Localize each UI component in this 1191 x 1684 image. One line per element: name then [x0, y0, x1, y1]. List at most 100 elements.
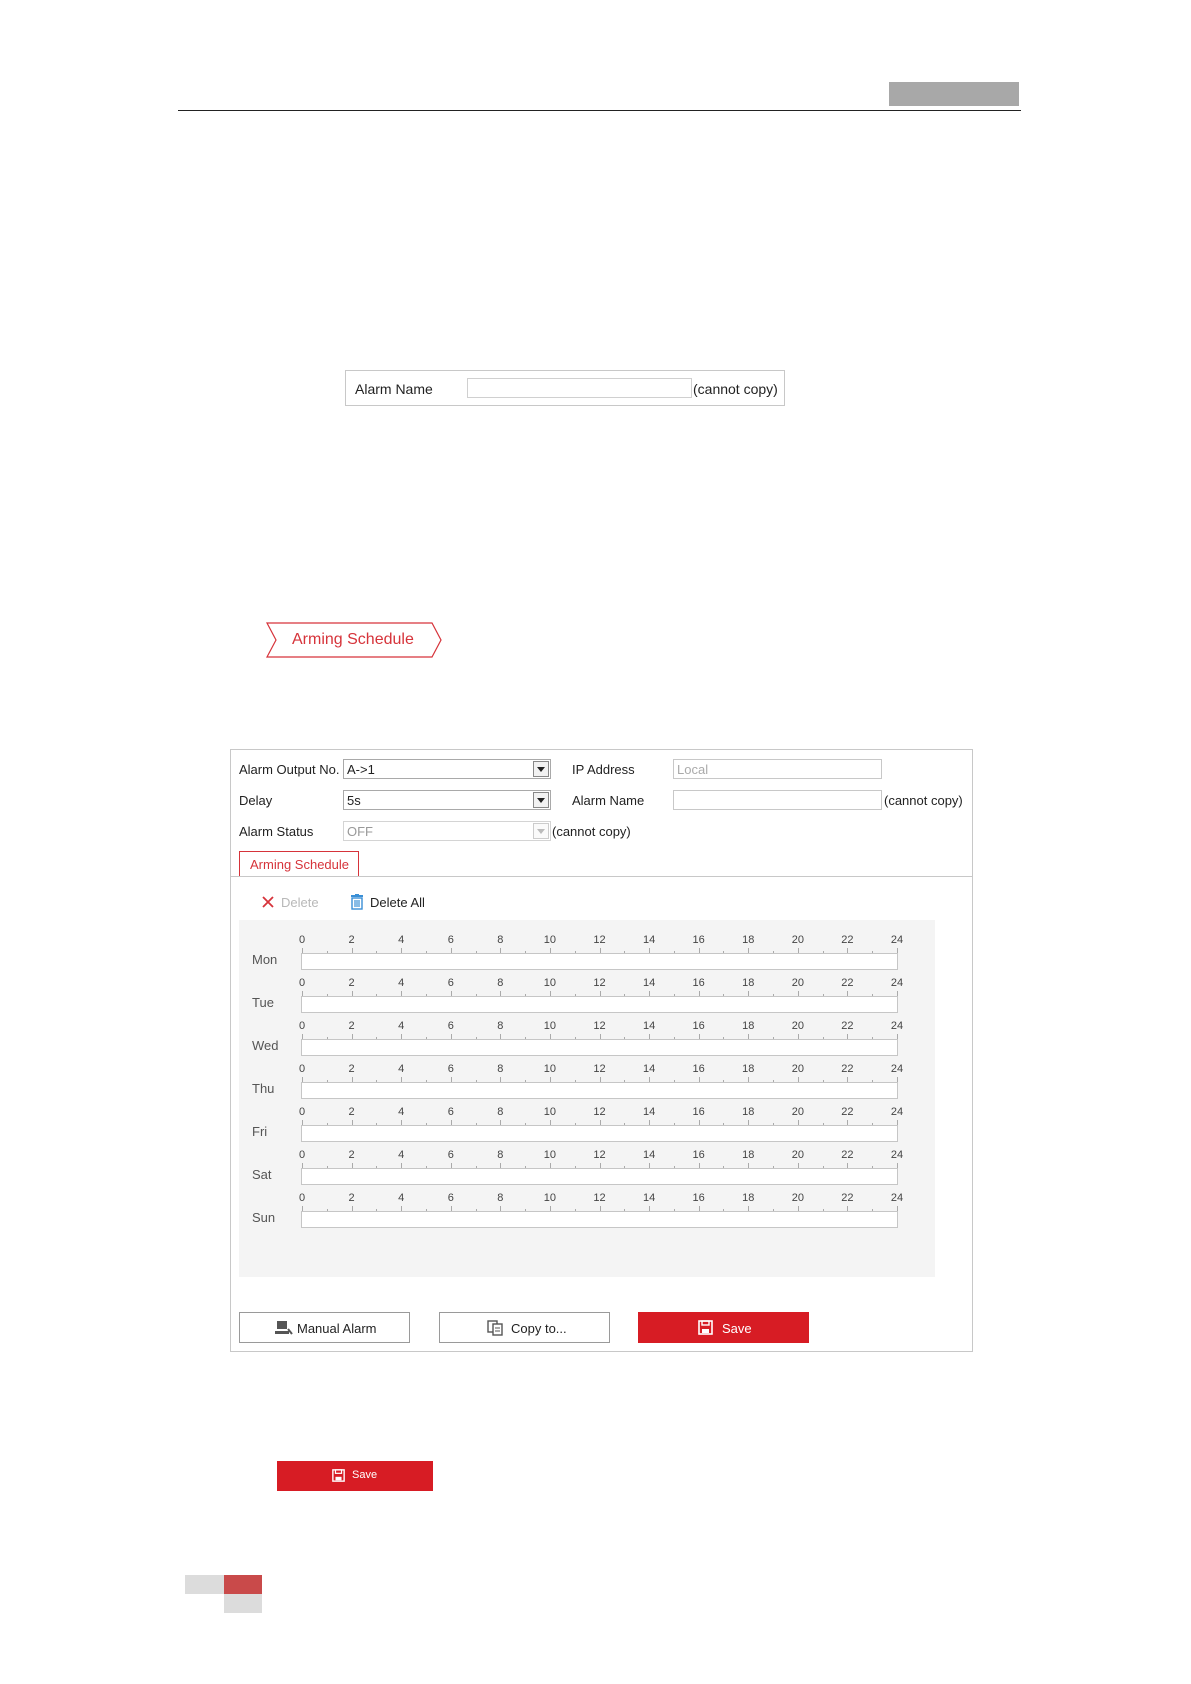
hour-tick-label: 16	[692, 1063, 705, 1075]
hour-tick-label: 12	[593, 977, 606, 989]
hour-tick-label: 8	[497, 1020, 504, 1032]
hour-tick-label: 18	[742, 1149, 755, 1161]
footer-block-gray	[224, 1594, 262, 1613]
alarm-name-input[interactable]	[673, 790, 882, 810]
schedule-bar-tue[interactable]	[301, 996, 898, 1013]
hour-tick-label: 20	[791, 1106, 804, 1118]
hour-tick-label: 2	[348, 934, 355, 946]
schedule-bar-wed[interactable]	[301, 1039, 898, 1056]
hour-tick-label: 18	[742, 934, 755, 946]
schedule-bar-thu[interactable]	[301, 1082, 898, 1099]
manual-alarm-label: Manual Alarm	[297, 1321, 377, 1336]
alarm-name-figure: Alarm Name (cannot copy)	[345, 370, 785, 406]
alarm-status-label: Alarm Status	[239, 824, 314, 839]
cannot-copy-note: (cannot copy)	[884, 793, 963, 808]
hour-tick-label: 14	[642, 1149, 656, 1161]
alarm-output-no-select[interactable]: A->1	[343, 759, 551, 779]
day-label-sat: Sat	[252, 1167, 272, 1182]
manual-alarm-button[interactable]: Manual Alarm	[239, 1312, 410, 1343]
hour-tick-label: 24	[890, 977, 904, 989]
hour-tick-label: 6	[447, 934, 454, 946]
hour-tick-label: 14	[642, 1020, 656, 1032]
hour-tick-label: 6	[447, 1063, 454, 1075]
copy-to-button[interactable]: Copy to...	[439, 1312, 610, 1343]
hour-tick-label: 16	[692, 1020, 705, 1032]
hour-tick-label: 14	[642, 1106, 656, 1118]
hour-tick-label: 6	[447, 1149, 454, 1161]
hour-tick-label: 24	[890, 934, 904, 946]
delete-all-label: Delete All	[370, 895, 425, 910]
hour-tick-label: 10	[543, 1020, 557, 1032]
arming-schedule-tag-label: Arming Schedule	[292, 631, 414, 648]
weekly-schedule-timeline: 0 2 4 6 8 10 12 14 16 18 20 22 24 Mon 0 2 4 6 8 10 12 14 16 18 2…	[239, 920, 935, 1277]
tab-divider	[231, 876, 972, 877]
chevron-down-icon[interactable]	[533, 792, 549, 808]
tab-arming-schedule[interactable]: Arming Schedule	[239, 851, 359, 877]
hour-tick-label: 2	[348, 1192, 355, 1204]
hour-tick-label: 10	[543, 1149, 557, 1161]
hour-tick-label: 24	[890, 1149, 904, 1161]
hour-tick-label: 4	[398, 977, 405, 989]
hour-tick-label: 0	[298, 1192, 306, 1204]
hour-tick-label: 24	[890, 1192, 904, 1204]
alarm-name-label: Alarm Name	[355, 381, 433, 397]
hour-tick-label: 12	[593, 1149, 606, 1161]
save-button[interactable]: Save	[277, 1461, 433, 1491]
hour-tick-label: 18	[742, 1020, 755, 1032]
alarm-output-no-label: Alarm Output No.	[239, 762, 340, 777]
schedule-bar-sun[interactable]	[301, 1211, 898, 1228]
alarm-status-value: OFF	[347, 824, 373, 839]
delay-value: 5s	[347, 793, 361, 808]
hour-tick-label: 0	[298, 1063, 306, 1075]
hour-tick-label: 6	[447, 977, 454, 989]
header-rule	[178, 110, 1021, 111]
delete-label: Delete	[281, 895, 319, 910]
save-button[interactable]: Save	[638, 1312, 809, 1343]
schedule-bar-fri[interactable]	[301, 1125, 898, 1142]
save-icon	[698, 1320, 713, 1335]
hour-tick-label: 16	[692, 934, 705, 946]
hour-tick-label: 2	[348, 1020, 355, 1032]
delay-select[interactable]: 5s	[343, 790, 551, 810]
save-icon	[332, 1469, 345, 1482]
hour-tick-label: 22	[841, 1106, 854, 1118]
hour-tick-label: 8	[497, 977, 504, 989]
hour-tick-label: 2	[348, 1106, 355, 1118]
chevron-down-icon	[533, 823, 549, 839]
day-label-mon: Mon	[252, 952, 278, 967]
hour-tick-label: 14	[642, 1063, 656, 1075]
hour-tick-label: 12	[593, 1063, 606, 1075]
hour-tick-label: 22	[841, 1149, 854, 1161]
alarm-status-select: OFF	[343, 821, 551, 841]
hour-tick-label: 20	[791, 1063, 804, 1075]
footer-block-gray	[185, 1575, 224, 1594]
hour-tick-label: 4	[398, 1192, 405, 1204]
hour-tick-label: 10	[543, 934, 557, 946]
chevron-down-icon[interactable]	[533, 761, 549, 777]
header-section-tab	[889, 82, 1019, 106]
trash-icon	[351, 894, 363, 910]
close-icon	[262, 896, 274, 908]
hour-tick-label: 20	[791, 934, 804, 946]
hour-tick-label: 10	[543, 1063, 557, 1075]
hour-tick-label: 14	[642, 1192, 656, 1204]
footer-block-red	[224, 1575, 262, 1594]
hour-tick-label: 6	[447, 1106, 454, 1118]
hour-tick-label: 10	[543, 1192, 557, 1204]
hour-tick-label: 16	[692, 1192, 705, 1204]
alarm-name-input[interactable]	[467, 378, 692, 398]
hour-tick-label: 8	[497, 1149, 504, 1161]
cannot-copy-note: (cannot copy)	[693, 381, 778, 397]
hour-tick-label: 18	[742, 977, 755, 989]
tab-arming-schedule-label: Arming Schedule	[250, 857, 349, 872]
hour-tick-label: 18	[742, 1063, 755, 1075]
arming-schedule-tag[interactable]: Arming Schedule	[266, 622, 442, 658]
hour-tick-label: 4	[398, 934, 405, 946]
hour-tick-label: 4	[398, 1020, 405, 1032]
alarm-output-panel: Alarm Output No. A->1 IP Address Local D…	[230, 749, 973, 1352]
schedule-bar-sat[interactable]	[301, 1168, 898, 1185]
hour-tick-label: 12	[593, 1020, 606, 1032]
ip-address-input[interactable]: Local	[673, 759, 882, 779]
schedule-bar-mon[interactable]	[301, 953, 898, 970]
hour-tick-label: 0	[298, 1149, 306, 1161]
